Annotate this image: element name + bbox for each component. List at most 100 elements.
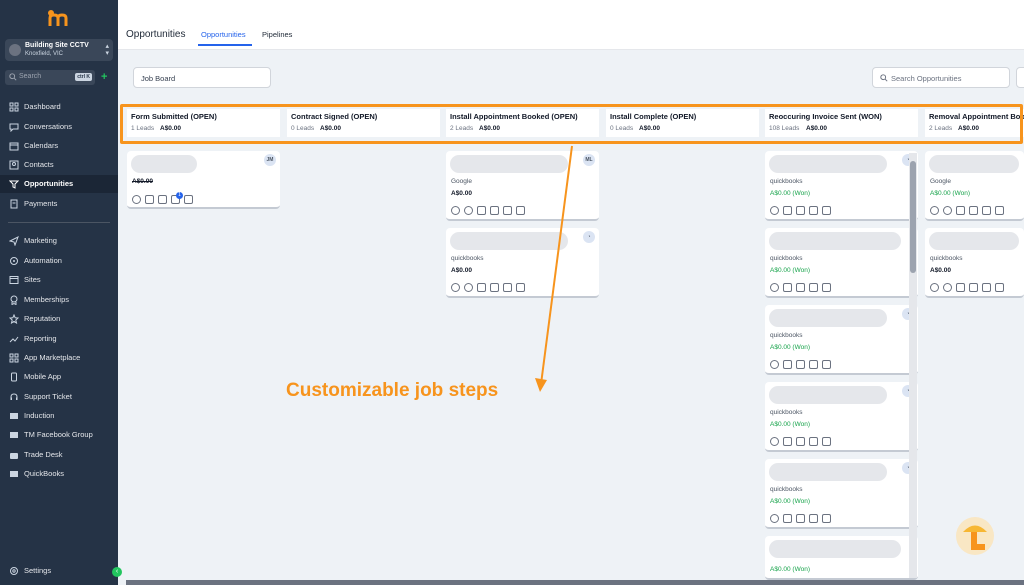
opportunity-card[interactable]: quickbooks A$0.00 bbox=[925, 228, 1024, 298]
opportunity-card[interactable]: A$0.00 (Won) bbox=[765, 536, 918, 580]
phone-icon[interactable] bbox=[930, 283, 939, 292]
opportunity-card[interactable]: ML Google A$0.00 bbox=[446, 151, 599, 221]
sidebar-item-automation[interactable]: Automation bbox=[0, 252, 118, 270]
column-scrollbar[interactable] bbox=[909, 153, 917, 578]
document-icon[interactable] bbox=[969, 283, 978, 292]
sidebar-item-quickbooks[interactable]: QuickBooks bbox=[0, 465, 118, 483]
calendar-icon[interactable] bbox=[822, 437, 831, 446]
calendar-icon[interactable] bbox=[184, 195, 193, 204]
opportunity-card[interactable]: quickbooks A$0.00 (Won) bbox=[765, 228, 918, 298]
board-options-button[interactable] bbox=[1016, 67, 1024, 88]
task-icon[interactable] bbox=[809, 206, 818, 215]
sidebar-item-support-ticket[interactable]: Support Ticket bbox=[0, 388, 118, 406]
chat-icon[interactable] bbox=[770, 206, 779, 215]
chat-icon[interactable] bbox=[770, 437, 779, 446]
calendar-icon[interactable] bbox=[516, 283, 525, 292]
sidebar-item-memberships[interactable]: Memberships bbox=[0, 291, 118, 309]
pipeline-select[interactable]: Job Board ⌄ bbox=[133, 67, 271, 88]
tag-icon[interactable] bbox=[783, 206, 792, 215]
task-icon[interactable] bbox=[982, 283, 991, 292]
opportunity-card[interactable]: ◔ quickbooks A$0.00 (Won) bbox=[765, 459, 918, 529]
opportunity-card[interactable]: JM A$0.00 1 bbox=[127, 151, 280, 209]
task-icon[interactable] bbox=[809, 360, 818, 369]
document-icon[interactable] bbox=[796, 514, 805, 523]
opportunity-card[interactable]: ◔ quickbooks A$0.00 (Won) bbox=[765, 305, 918, 375]
sidebar-item-dashboard[interactable]: Dashboard bbox=[0, 98, 118, 116]
task-icon[interactable] bbox=[809, 514, 818, 523]
board-horizontal-scrollbar[interactable] bbox=[126, 580, 1024, 585]
sidebar-item-conversations[interactable]: Conversations bbox=[0, 118, 118, 136]
chat-icon[interactable] bbox=[464, 206, 473, 215]
tag-icon[interactable] bbox=[783, 283, 792, 292]
opportunity-card[interactable]: ◔ quickbooks A$0.00 bbox=[446, 228, 599, 298]
document-icon[interactable] bbox=[796, 206, 805, 215]
phone-icon[interactable] bbox=[451, 206, 460, 215]
sidebar-item-tm-facebook-group[interactable]: TM Facebook Group bbox=[0, 426, 118, 444]
calendar-icon[interactable] bbox=[822, 514, 831, 523]
card-actions bbox=[770, 514, 831, 523]
task-icon[interactable] bbox=[982, 206, 991, 215]
sidebar-item-calendars[interactable]: Calendars bbox=[0, 137, 118, 155]
search-input[interactable]: Search ctrl K bbox=[5, 70, 95, 85]
calendar-icon[interactable] bbox=[995, 283, 1004, 292]
chat-icon[interactable] bbox=[770, 360, 779, 369]
contact-name-redacted bbox=[450, 232, 568, 250]
sidebar-item-induction[interactable]: Induction bbox=[0, 407, 118, 425]
phone-icon[interactable] bbox=[930, 206, 939, 215]
sidebar-item-payments[interactable]: Payments bbox=[0, 195, 118, 213]
sidebar-item-reputation[interactable]: Reputation bbox=[0, 310, 118, 328]
opportunity-search-input[interactable]: Search Opportunities bbox=[872, 67, 1010, 88]
tag-icon[interactable] bbox=[783, 514, 792, 523]
sidebar-item-trade-desk[interactable]: Trade Desk bbox=[0, 446, 118, 464]
document-icon[interactable] bbox=[796, 437, 805, 446]
task-icon[interactable] bbox=[809, 283, 818, 292]
sidebar-item-marketing[interactable]: Marketing bbox=[0, 232, 118, 250]
chat-icon[interactable] bbox=[464, 283, 473, 292]
tag-icon[interactable] bbox=[477, 283, 486, 292]
chat-icon[interactable] bbox=[770, 514, 779, 523]
phone-icon[interactable] bbox=[451, 283, 460, 292]
tag-icon[interactable] bbox=[145, 195, 154, 204]
sidebar-item-app-marketplace[interactable]: App Marketplace bbox=[0, 349, 118, 367]
sidebar-item-settings[interactable]: Settings bbox=[0, 562, 118, 580]
active-tab-indicator bbox=[198, 44, 252, 46]
tag-icon[interactable] bbox=[783, 360, 792, 369]
document-icon[interactable] bbox=[158, 195, 167, 204]
chat-icon[interactable] bbox=[770, 283, 779, 292]
document-icon[interactable] bbox=[969, 206, 978, 215]
document-icon[interactable] bbox=[796, 283, 805, 292]
calendar-icon[interactable] bbox=[822, 206, 831, 215]
sidebar-item-sites[interactable]: Sites bbox=[0, 271, 118, 289]
chat-icon[interactable] bbox=[943, 283, 952, 292]
collapse-sidebar-button[interactable]: ‹ bbox=[112, 567, 122, 577]
document-icon[interactable] bbox=[490, 283, 499, 292]
chat-icon[interactable] bbox=[943, 206, 952, 215]
calendar-icon[interactable] bbox=[822, 283, 831, 292]
calendar-icon[interactable] bbox=[822, 360, 831, 369]
opportunity-card[interactable]: Google A$0.00 (Won) bbox=[925, 151, 1024, 221]
sidebar-item-reporting[interactable]: Reporting bbox=[0, 330, 118, 348]
calendar-icon[interactable] bbox=[516, 206, 525, 215]
brand-logo-icon[interactable] bbox=[47, 9, 69, 27]
quick-add-button[interactable]: + bbox=[101, 71, 107, 83]
calendar-icon[interactable] bbox=[995, 206, 1004, 215]
tag-icon[interactable] bbox=[783, 437, 792, 446]
task-icon[interactable] bbox=[503, 206, 512, 215]
document-icon[interactable] bbox=[796, 360, 805, 369]
opportunity-card[interactable]: ◔ quickbooks A$0.00 (Won) bbox=[765, 151, 918, 221]
account-switcher[interactable]: Building Site CCTV Knoxfield, VIC ▴ ▾ bbox=[5, 39, 113, 61]
scrollbar-thumb[interactable] bbox=[910, 161, 916, 273]
tab-pipelines[interactable]: Pipelines bbox=[262, 30, 292, 39]
sidebar-item-opportunities[interactable]: Opportunities bbox=[0, 175, 118, 193]
opportunity-card[interactable]: ◔ quickbooks A$0.00 (Won) bbox=[765, 382, 918, 452]
sidebar-item-contacts[interactable]: Contacts bbox=[0, 156, 118, 174]
tag-icon[interactable] bbox=[477, 206, 486, 215]
tab-opportunities[interactable]: Opportunities bbox=[201, 30, 246, 39]
tag-icon[interactable] bbox=[956, 283, 965, 292]
tag-icon[interactable] bbox=[956, 206, 965, 215]
document-icon[interactable] bbox=[490, 206, 499, 215]
sidebar-item-mobile-app[interactable]: Mobile App bbox=[0, 368, 118, 386]
chat-icon[interactable] bbox=[132, 195, 141, 204]
task-icon[interactable] bbox=[809, 437, 818, 446]
task-icon[interactable] bbox=[503, 283, 512, 292]
